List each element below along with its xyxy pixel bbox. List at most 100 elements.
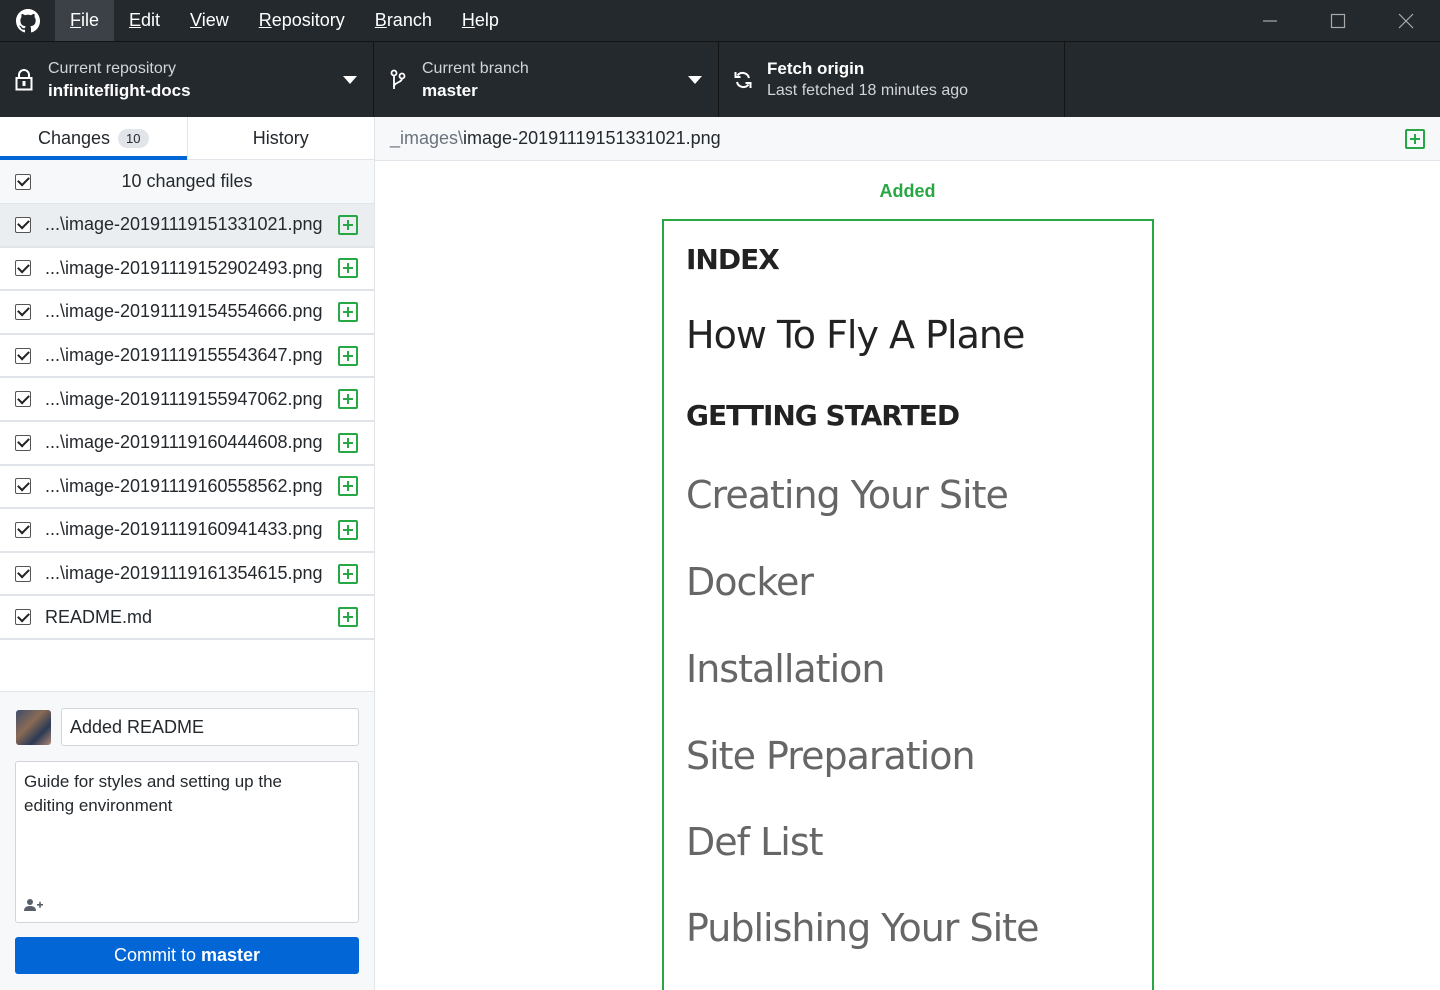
description-line: editing environment xyxy=(24,796,173,815)
file-name: ...\image-20191119160941433.png xyxy=(45,519,323,540)
file-checkbox[interactable] xyxy=(15,391,31,408)
file-checkbox[interactable] xyxy=(15,434,31,451)
preview-link: Site Preparation xyxy=(686,734,976,778)
tab-changes[interactable]: Changes 10 xyxy=(0,117,187,160)
title-bar: File Edit View Repository Branch Help xyxy=(0,0,1440,41)
select-all-checkbox[interactable] xyxy=(15,173,31,190)
menu-help[interactable]: Help xyxy=(447,0,514,41)
list-item[interactable]: ...\image-20191119160941433.png xyxy=(0,509,374,553)
file-added-icon xyxy=(338,563,358,584)
file-added-icon xyxy=(338,389,358,410)
file-name: ...\image-20191119154554666.png xyxy=(45,301,323,322)
list-item[interactable]: ...\image-20191119155947062.png xyxy=(0,378,374,422)
list-item[interactable]: ...\image-20191119161354615.png xyxy=(0,553,374,597)
preview-index-heading: INDEX xyxy=(686,243,780,276)
description-line: Guide for styles and setting up the xyxy=(24,772,282,791)
preview-link: Installation xyxy=(686,647,885,691)
commit-button-branch: master xyxy=(200,945,261,965)
file-added-icon xyxy=(338,345,358,366)
file-checkbox[interactable] xyxy=(15,521,31,538)
commit-description-field[interactable]: Guide for styles and setting up the edit… xyxy=(15,761,359,923)
list-item[interactable]: ...\image-20191119152902493.png xyxy=(0,248,374,292)
sync-icon xyxy=(719,70,767,90)
file-name: ...\image-20191119155543647.png xyxy=(45,345,323,366)
commit-description-text: Guide for styles and setting up the edit… xyxy=(24,770,350,818)
menu-edit[interactable]: Edit xyxy=(114,0,175,41)
file-name: ...\image-20191119161354615.png xyxy=(45,563,323,584)
file-added-icon xyxy=(338,519,358,540)
changes-sidebar: Changes 10 History 10 changed files ...\… xyxy=(0,117,375,990)
preview-link: Publishing Your Site xyxy=(686,906,1039,950)
changes-count-badge: 10 xyxy=(118,128,149,148)
repository-name: infiniteflight-docs xyxy=(48,81,191,100)
menu-bar: File Edit View Repository Branch Help xyxy=(55,0,514,41)
current-repository-button[interactable]: Current repository infiniteflight-docs xyxy=(0,42,374,118)
commit-button[interactable]: Commit to master xyxy=(15,937,359,974)
file-checkbox[interactable] xyxy=(15,303,31,320)
preview-link: Docker xyxy=(686,560,814,604)
file-path-header: _images\ image-20191119151331021.png xyxy=(375,117,1440,161)
file-added-icon xyxy=(1405,128,1425,149)
tab-changes-label: Changes xyxy=(37,127,111,148)
file-added-icon xyxy=(338,301,358,322)
github-logo-icon xyxy=(0,0,55,41)
file-checkbox[interactable] xyxy=(15,260,31,277)
diff-view: _images\ image-20191119151331021.png Adde… xyxy=(375,117,1440,990)
chevron-down-icon xyxy=(343,76,357,84)
diff-status-label: Added xyxy=(879,181,936,201)
menu-repository[interactable]: Repository xyxy=(244,0,360,41)
file-list: ...\image-20191119151331021.png ...\imag… xyxy=(0,204,374,640)
preview-section-heading: GETTING STARTED xyxy=(686,399,960,432)
tab-history[interactable]: History xyxy=(186,117,375,159)
file-name: ...\image-20191119151331021.png xyxy=(45,214,323,235)
list-item[interactable]: README.md xyxy=(0,596,374,640)
maximize-icon xyxy=(1330,13,1346,28)
file-checkbox[interactable] xyxy=(15,216,31,233)
commit-summary-input[interactable]: Added README xyxy=(61,708,359,746)
last-fetched-text: Last fetched 18 minutes ago xyxy=(767,82,969,99)
lock-icon xyxy=(0,69,48,91)
file-name: ...\image-20191119155947062.png xyxy=(45,388,323,409)
file-added-icon xyxy=(338,432,358,453)
branch-label: Current branch xyxy=(422,60,529,77)
maximize-button[interactable] xyxy=(1304,0,1372,41)
close-icon xyxy=(1398,13,1414,28)
list-item[interactable]: ...\image-20191119151331021.png xyxy=(0,204,374,248)
minimize-icon xyxy=(1263,19,1277,22)
file-checkbox[interactable] xyxy=(15,565,31,582)
file-added-icon xyxy=(338,258,358,279)
tab-history-label: History xyxy=(252,127,309,148)
minimize-button[interactable] xyxy=(1236,0,1304,41)
add-coauthor-icon[interactable] xyxy=(24,898,44,912)
preview-title: How To Fly A Plane xyxy=(686,313,1025,357)
commit-button-label: Commit to xyxy=(113,945,196,965)
branch-name: master xyxy=(422,81,478,100)
changed-files-count: 10 changed files xyxy=(121,171,253,191)
file-name: ...\image-20191119160558562.png xyxy=(45,475,323,496)
file-name: ...\image-20191119160444608.png xyxy=(45,432,323,453)
file-added-icon xyxy=(338,476,358,497)
avatar xyxy=(16,710,51,745)
file-checkbox[interactable] xyxy=(15,609,31,626)
file-path-directory: _images\ xyxy=(390,128,464,148)
repository-label: Current repository xyxy=(48,60,177,77)
close-button[interactable] xyxy=(1372,0,1440,41)
image-preview: INDEX How To Fly A Plane GETTING STARTED… xyxy=(662,219,1154,990)
menu-file[interactable]: File xyxy=(55,0,115,41)
toolbar: Current repository infiniteflight-docs C… xyxy=(0,41,1440,118)
fetch-title: Fetch origin xyxy=(767,59,865,78)
fetch-origin-button[interactable]: Fetch origin Last fetched 18 minutes ago xyxy=(719,42,1065,118)
list-item[interactable]: ...\image-20191119160558562.png xyxy=(0,466,374,510)
file-path-name: image-20191119151331021.png xyxy=(463,128,721,148)
list-item[interactable]: ...\image-20191119160444608.png xyxy=(0,422,374,466)
commit-panel: Added README Guide for styles and settin… xyxy=(0,691,374,990)
list-item[interactable]: ...\image-20191119154554666.png xyxy=(0,291,374,335)
preview-link: Creating Your Site xyxy=(686,473,1009,517)
menu-view[interactable]: View xyxy=(175,0,244,41)
file-checkbox[interactable] xyxy=(15,347,31,364)
current-branch-button[interactable]: Current branch master xyxy=(374,42,719,118)
file-checkbox[interactable] xyxy=(15,478,31,495)
list-item[interactable]: ...\image-20191119155543647.png xyxy=(0,335,374,379)
file-name: ...\image-20191119152902493.png xyxy=(45,257,323,278)
menu-branch[interactable]: Branch xyxy=(360,0,447,41)
